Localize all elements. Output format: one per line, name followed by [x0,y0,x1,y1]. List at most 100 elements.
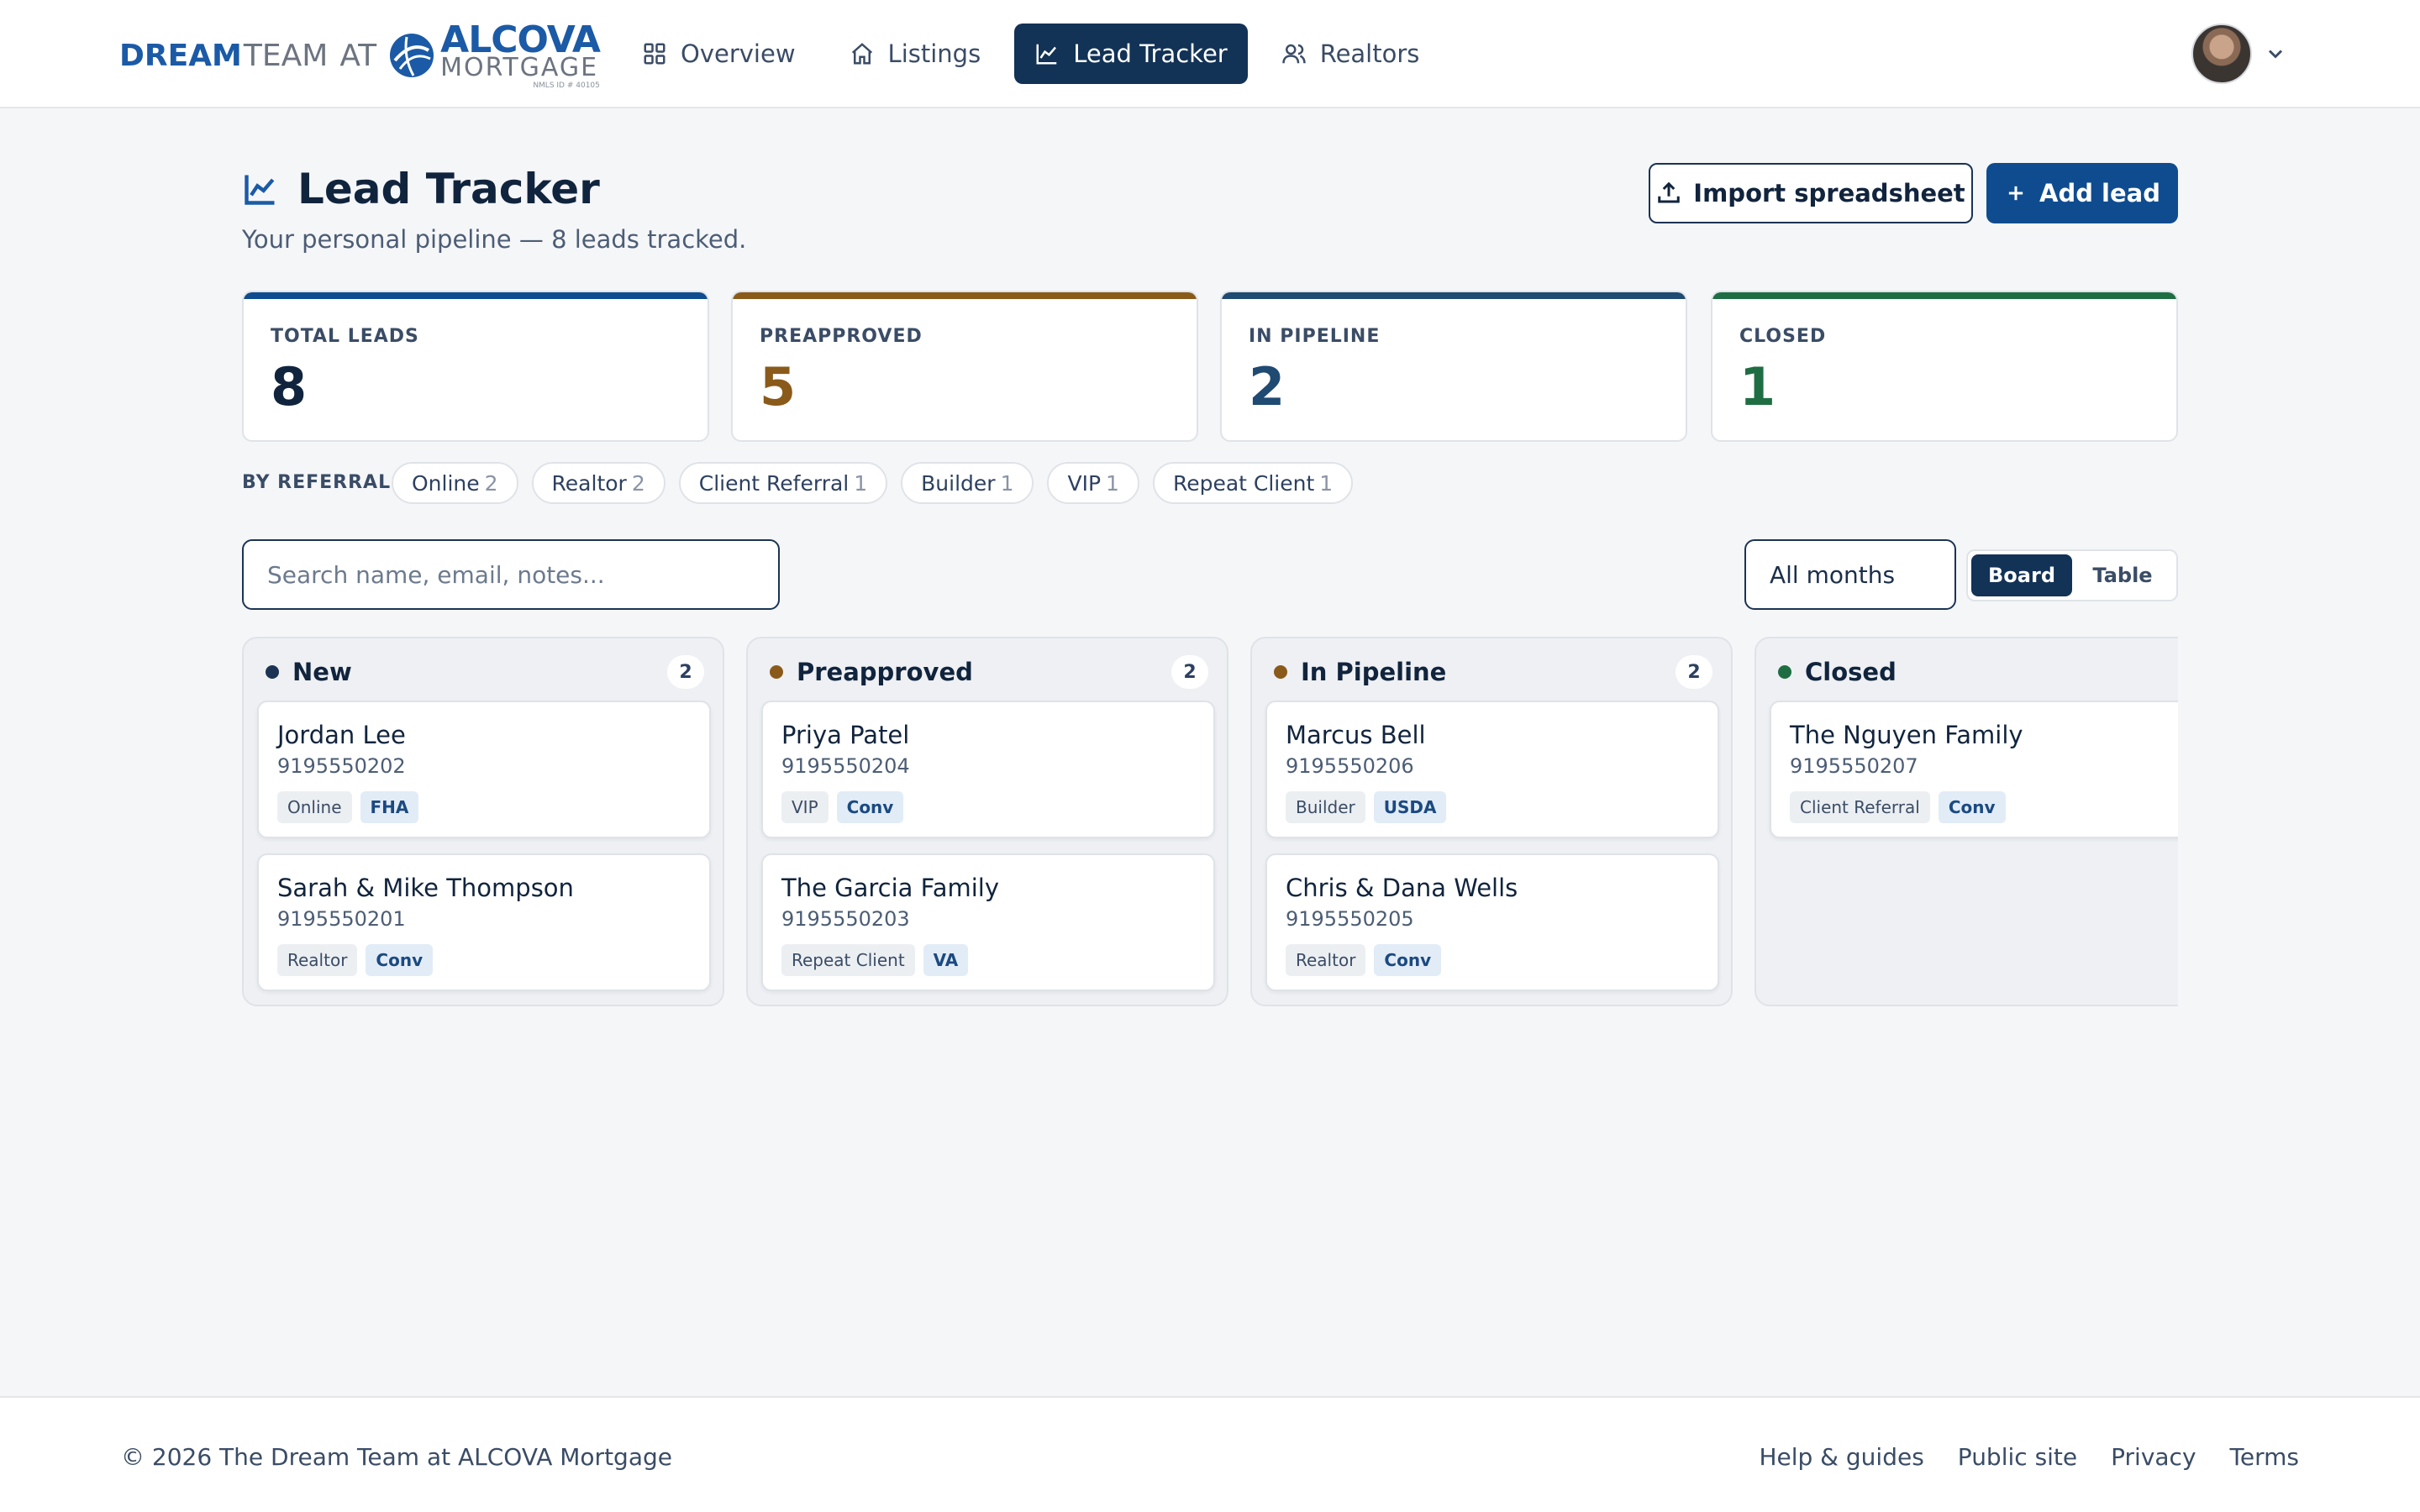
view-table-button[interactable]: Table [2072,554,2173,596]
referral-chip-repeat-client[interactable]: Repeat Client 1 [1152,462,1354,504]
upload-icon [1658,181,1681,203]
stat-accent-bar [1222,292,1686,299]
lead-phone: 9195550205 [1286,907,1414,931]
chip-count: 1 [1106,470,1119,496]
referral-chip-realtor[interactable]: Realtor 2 [531,462,666,504]
stat-accent-bar [733,292,1197,299]
lead-source-tag: Client Referral [1790,791,1930,823]
column-title: In Pipeline [1301,658,1447,686]
chip-label: Realtor [551,470,627,496]
column-count-badge: 2 [667,655,704,689]
page-subtitle: Your personal pipeline — 8 leads tracked… [242,225,747,254]
grid-icon [644,43,666,65]
footer-link-help[interactable]: Help & guides [1759,1443,1923,1471]
users-icon [1281,44,1306,64]
page-heading: Lead Tracker [242,165,600,213]
lead-tags: Realtor Conv [1286,944,1442,976]
user-avatar[interactable] [2191,24,2252,84]
stat-label: CLOSED [1739,326,1827,347]
kanban-board: New 2 Jordan Lee 9195550202 Online FHA S… [242,637,2178,1006]
referral-chip-online[interactable]: Online 2 [392,462,518,504]
nav-lead-tracker-label: Lead Tracker [1073,39,1228,68]
nav-listings[interactable]: Listings [829,24,1002,84]
lead-source-tag: VIP [781,791,829,823]
footer-link-public-site[interactable]: Public site [1958,1443,2077,1471]
add-lead-button[interactable]: Add lead [1986,163,2178,223]
lead-card[interactable]: The Nguyen Family 9195550207 Client Refe… [1770,701,2178,838]
lead-source-tag: Builder [1286,791,1365,823]
lead-phone: 9195550201 [277,907,406,931]
logo-nmls: NMLS ID # 40105 [533,81,600,90]
nav-lead-tracker[interactable]: Lead Tracker [1014,24,1248,84]
stat-card-in-pipeline: IN PIPELINE 2 [1220,291,1687,442]
column-header: In Pipeline 2 [1274,655,1712,689]
main-nav: Overview Listings Lead Tracker Realtors [622,24,1439,84]
lead-card[interactable]: Marcus Bell 9195550206 Builder USDA [1265,701,1719,838]
referral-chip-vip[interactable]: VIP 1 [1047,462,1139,504]
logo-brand: ALCOVA MORTGAGE NMLS ID # 40105 [440,21,601,90]
chip-label: Repeat Client [1172,470,1315,496]
import-spreadsheet-button[interactable]: Import spreadsheet [1649,163,1973,223]
page-footer: © 2026 The Dream Team at ALCOVA Mortgage… [0,1396,2420,1512]
lead-name: Sarah & Mike Thompson [277,874,574,902]
footer-link-privacy[interactable]: Privacy [2111,1443,2196,1471]
nav-overview[interactable]: Overview [622,24,816,84]
referral-chips: Online 2 Realtor 2 Client Referral 1 Builde… [392,462,1354,504]
stat-value: 5 [760,356,797,417]
footer-copyright: © 2026 The Dream Team at ALCOVA Mortgage [121,1443,672,1471]
import-spreadsheet-label: Import spreadsheet [1693,179,1965,207]
stat-label: PREAPPROVED [760,326,923,347]
chip-count: 1 [1319,470,1334,496]
referral-chip-builder[interactable]: Builder 1 [901,462,1034,504]
stat-card-closed: CLOSED 1 [1711,291,2178,442]
lead-name: Priya Patel [781,721,910,749]
referral-chip-client-referral[interactable]: Client Referral 1 [678,462,888,504]
lead-tags: Builder USDA [1286,791,1447,823]
lead-card[interactable]: Priya Patel 9195550204 VIP Conv [761,701,1215,838]
nav-realtors[interactable]: Realtors [1261,24,1440,84]
lead-name: The Nguyen Family [1790,721,2023,749]
top-header: DREAM TEAM AT ALCOVA MORTGAGE NMLS ID # … [0,0,2420,108]
lead-tags: Online FHA [277,791,419,823]
column-status-dot [770,665,783,679]
lead-phone: 9195550207 [1790,754,1918,778]
lead-card[interactable]: Chris & Dana Wells 9195550205 Realtor Co… [1265,853,1719,991]
footer-link-terms[interactable]: Terms [2230,1443,2299,1471]
lead-phone: 9195550206 [1286,754,1414,778]
lead-loan-tag: Conv [1938,791,2006,823]
lead-name: Chris & Dana Wells [1286,874,1518,902]
chevron-down-icon[interactable] [2264,42,2287,66]
lead-card[interactable]: Sarah & Mike Thompson 9195550201 Realtor… [257,853,711,991]
globe-icon [390,34,434,77]
column-title: New [292,658,352,686]
lead-source-tag: Realtor [277,944,358,976]
lead-name: The Garcia Family [781,874,999,902]
chip-count: 2 [484,470,498,496]
lead-loan-tag: Conv [366,944,434,976]
lead-card[interactable]: Jordan Lee 9195550202 Online FHA [257,701,711,838]
column-title: Preapproved [797,658,973,686]
chip-label: Builder [921,470,996,496]
lead-loan-tag: FHA [360,791,419,823]
chip-label: VIP [1067,470,1102,496]
lead-loan-tag: Conv [1374,944,1442,976]
nav-listings-label: Listings [887,39,981,68]
brand-logo[interactable]: DREAM TEAM AT ALCOVA MORTGAGE NMLS ID # … [119,21,601,90]
lead-name: Marcus Bell [1286,721,1426,749]
lead-tags: Repeat Client VA [781,944,969,976]
month-filter-select[interactable]: All months [1744,539,1956,610]
add-lead-label: Add lead [2039,179,2160,207]
lead-phone: 9195550202 [277,754,406,778]
lead-card[interactable]: The Garcia Family 9195550203 Repeat Clie… [761,853,1215,991]
column-header: New 2 [266,655,704,689]
logo-team: TEAM [243,38,329,73]
column-status-dot [266,665,279,679]
view-toggle: Board Table [1966,549,2178,601]
chip-label: Client Referral [698,470,850,496]
search-input[interactable] [242,539,780,610]
column-count-badge: 2 [1676,655,1712,689]
view-board-button[interactable]: Board [1971,554,2072,596]
stat-accent-bar [244,292,708,299]
lead-source-tag: Online [277,791,352,823]
stat-value: 2 [1249,356,1286,417]
